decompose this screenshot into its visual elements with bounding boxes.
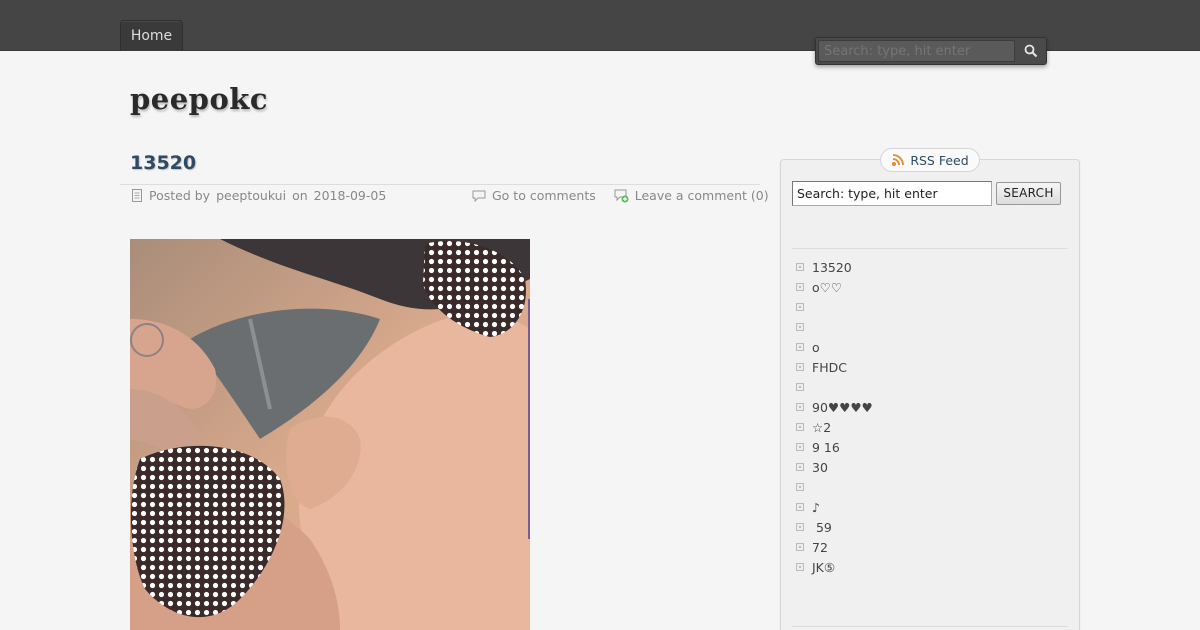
square-bullet-icon: [796, 323, 804, 331]
post-title[interactable]: 13520: [130, 152, 196, 174]
recent-posts-list: 13520 o♡♡ o FHDC 90♥♥♥♥ ☆2 9 16 30 ♪ 59 …: [796, 257, 873, 577]
document-icon: [132, 189, 142, 202]
square-bullet-icon: [796, 443, 804, 451]
recent-post-item[interactable]: ☆2: [796, 417, 873, 437]
rss-feed-link[interactable]: RSS Feed: [880, 148, 980, 172]
magnifier-icon: [1024, 44, 1038, 58]
recent-post-item[interactable]: 30: [796, 457, 873, 477]
recent-post-item[interactable]: ♪: [796, 497, 873, 517]
sidebar-search-button[interactable]: SEARCH: [996, 182, 1061, 205]
post-author-link[interactable]: peeptoukui: [216, 188, 286, 203]
top-search-box: [815, 37, 1047, 65]
square-bullet-icon: [796, 543, 804, 551]
recent-post-item[interactable]: o: [796, 337, 873, 357]
sidebar-divider: [792, 248, 1068, 249]
recent-post-item[interactable]: [796, 297, 873, 317]
square-bullet-icon: [796, 503, 804, 511]
square-bullet-icon: [796, 563, 804, 571]
recent-post-item[interactable]: o♡♡: [796, 277, 873, 297]
recent-post-item[interactable]: [796, 377, 873, 397]
site-title[interactable]: peepokc: [130, 82, 268, 116]
sidebar-divider-bottom: [792, 626, 1068, 627]
recent-post-item[interactable]: 13520: [796, 257, 873, 277]
recent-post-item[interactable]: FHDC: [796, 357, 873, 377]
rss-feed-label: RSS Feed: [910, 152, 969, 168]
square-bullet-icon: [796, 483, 804, 491]
recent-post-item[interactable]: 9 16: [796, 437, 873, 457]
recent-post-item[interactable]: 59: [796, 517, 873, 537]
square-bullet-icon: [796, 423, 804, 431]
square-bullet-icon: [796, 303, 804, 311]
post-photo: [130, 239, 530, 630]
on-label: on: [292, 188, 308, 203]
square-bullet-icon: [796, 403, 804, 411]
square-bullet-icon: [796, 363, 804, 371]
photo-illustration: [130, 239, 530, 630]
top-search-input[interactable]: [818, 40, 1015, 62]
recent-post-item[interactable]: [796, 477, 873, 497]
post-comment-links: Go to comments Leave a comment (0): [472, 188, 769, 203]
square-bullet-icon: [796, 383, 804, 391]
nav-home-tab[interactable]: Home: [120, 20, 183, 51]
go-to-comments-link[interactable]: Go to comments: [492, 188, 596, 203]
recent-post-item[interactable]: [796, 317, 873, 337]
leave-comment-link[interactable]: Leave a comment (0): [635, 188, 769, 203]
square-bullet-icon: [796, 283, 804, 291]
recent-post-item[interactable]: 72: [796, 537, 873, 557]
square-bullet-icon: [796, 343, 804, 351]
recent-post-item[interactable]: 90♥♥♥♥: [796, 397, 873, 417]
square-bullet-icon: [796, 523, 804, 531]
comment-icon: [472, 190, 486, 202]
top-search-button[interactable]: [1016, 39, 1046, 63]
post-meta: Posted by peeptoukui on 2018-09-05: [131, 188, 386, 203]
rss-icon: [892, 153, 905, 166]
post-date: 2018-09-05: [313, 188, 387, 203]
posted-by-label: Posted by: [149, 188, 211, 203]
square-bullet-icon: [796, 463, 804, 471]
comment-add-icon: [614, 189, 629, 202]
sidebar-search-input[interactable]: Search: type, hit enter: [792, 181, 992, 206]
post-divider: [120, 184, 760, 185]
square-bullet-icon: [796, 263, 804, 271]
recent-post-item[interactable]: JK⑤: [796, 557, 873, 577]
